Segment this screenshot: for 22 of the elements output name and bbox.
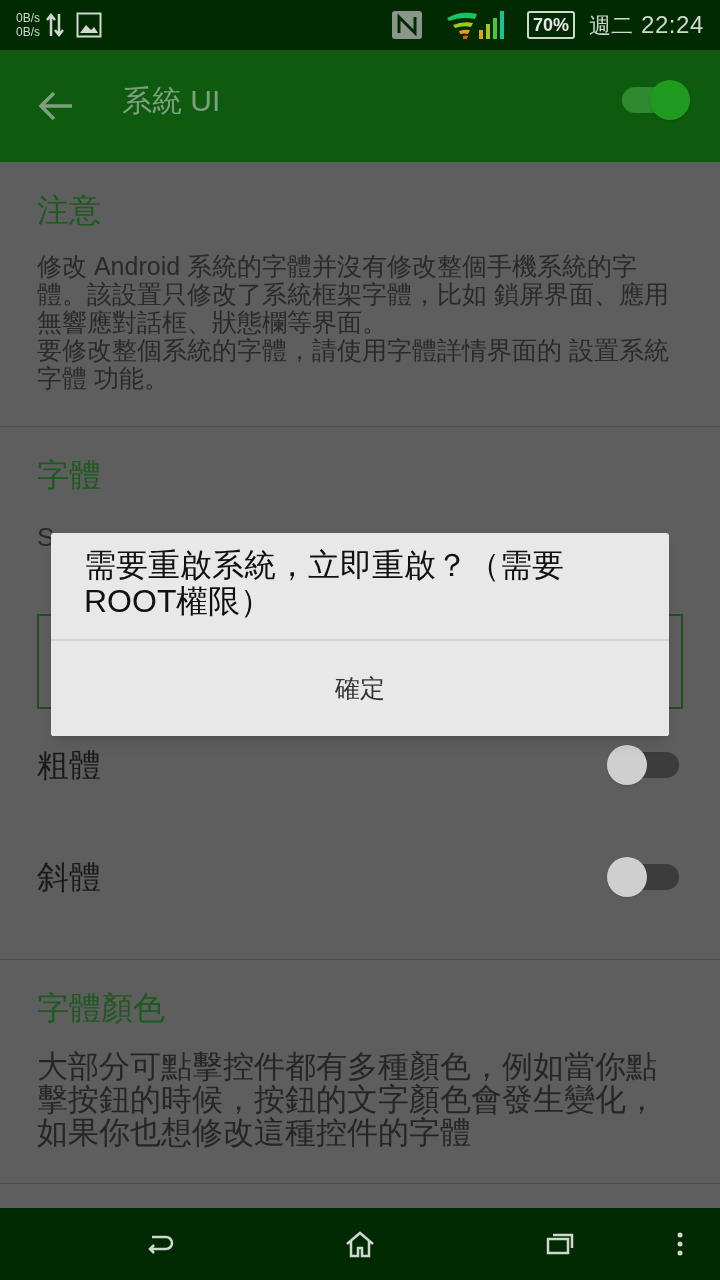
back-icon[interactable] [146,1233,174,1255]
section-heading: 字體顏色 [37,989,166,1028]
menu-icon[interactable] [677,1232,683,1256]
upload-speed: 0B/s [16,11,40,25]
day-of-week: 週二 [588,11,633,40]
section-heading: 字體 [37,456,102,495]
section-heading: 注意 [37,191,102,230]
switch-label: 斜體 [37,858,101,897]
nfc-icon [390,10,423,40]
home-icon[interactable] [344,1230,376,1258]
image-icon [76,12,102,38]
data-transfer-icon [46,12,64,38]
description-text: 大部分可點擊控件都有多種顏色，例如當你點擊按鈕的時候，按鈕的文字顏色會發生變化，如果你也想修改這種控件的字體 [37,1050,658,1149]
dialog-message: 需要重啟系統，立即重啟？（需要ROOT權限） [83,546,565,621]
clock: 22:24 [640,10,704,40]
app-bar-title: 系統 UI [122,82,221,119]
back-arrow-icon[interactable] [38,90,74,122]
download-speed: 0B/s [16,25,40,39]
recent-apps-icon[interactable] [546,1233,574,1255]
battery-indicator: 70% [526,11,575,39]
switch-label: 粗體 [37,746,101,785]
confirm-button[interactable]: 確定 [51,641,669,736]
